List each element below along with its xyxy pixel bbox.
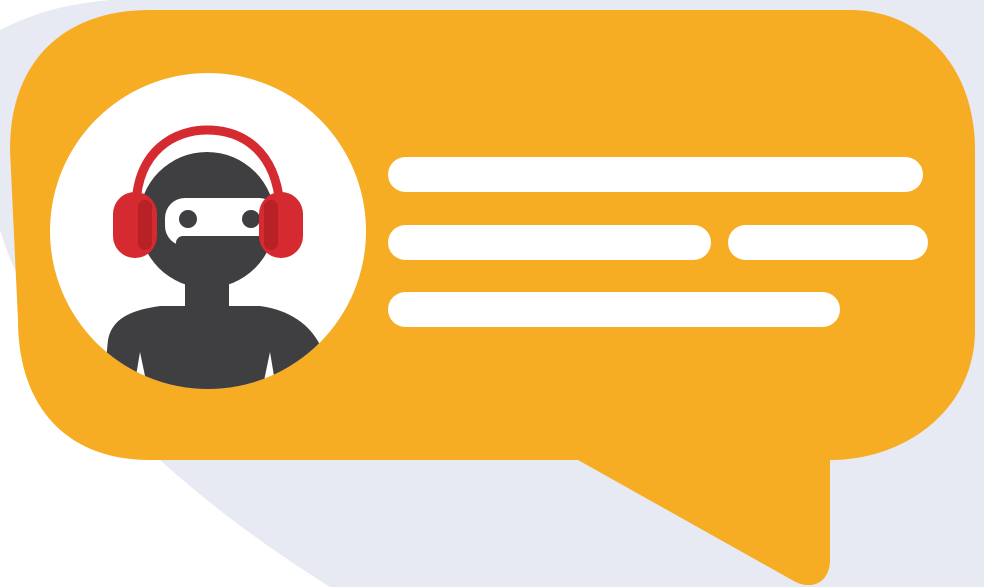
- text-line-3: [388, 292, 840, 327]
- text-line-2a: [388, 225, 711, 260]
- text-line-1: [388, 157, 923, 192]
- chat-bubble-illustration: [0, 0, 984, 587]
- illustration-canvas: [0, 0, 984, 587]
- text-line-2b: [728, 225, 928, 260]
